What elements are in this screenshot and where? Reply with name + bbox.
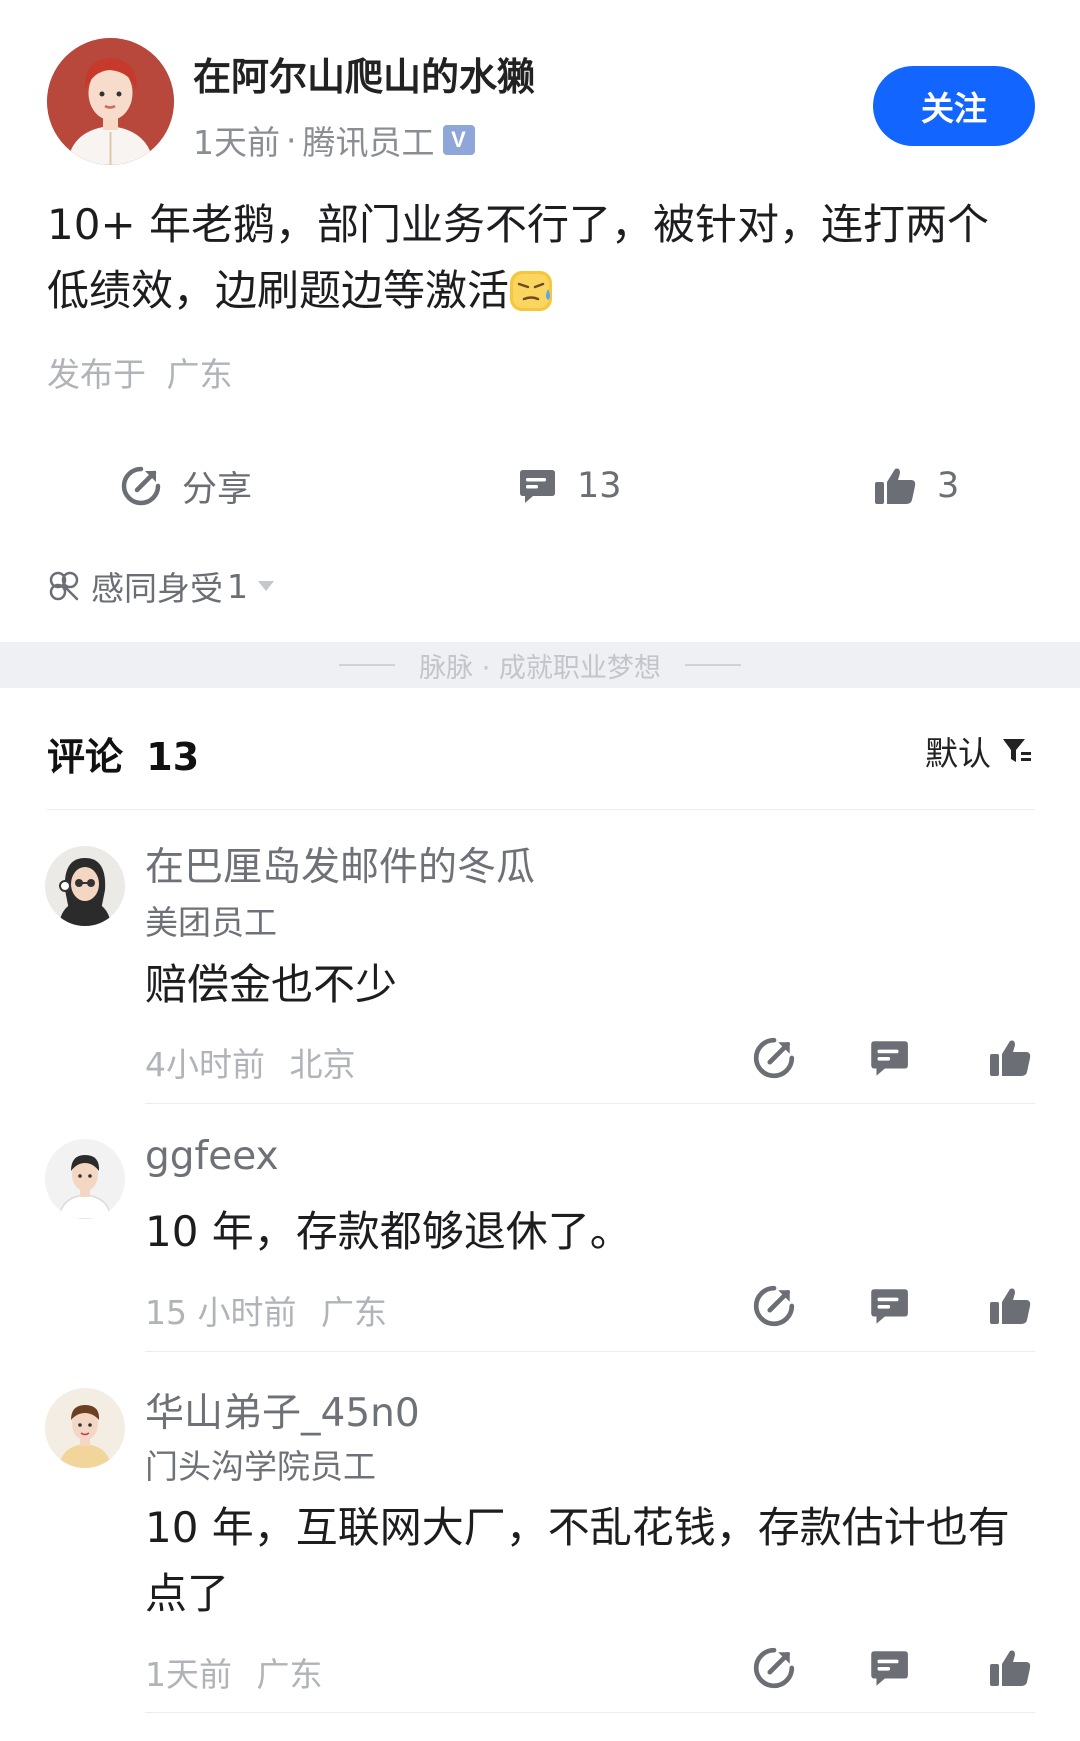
- comment-icon[interactable]: [866, 1036, 910, 1080]
- comment-time: 4小时前: [145, 1045, 265, 1084]
- brand-slogan: 脉脉 · 成就职业梦想: [419, 652, 661, 684]
- sort-label: 默认: [925, 734, 991, 773]
- like-count: 3: [937, 466, 960, 506]
- post-body: 10+ 年老鹅，部门业务不行了，被针对，连打两个低绩效，边刷题边等激活: [47, 192, 1017, 324]
- commenter-company: 美团员工: [145, 903, 277, 942]
- author-meta: 1天前 · 腾讯员工 V: [193, 116, 475, 164]
- post-time: 1天前: [193, 123, 280, 162]
- comment-text: 赔偿金也不少: [145, 960, 398, 1009]
- sweating-face-emoji-icon: [509, 266, 555, 311]
- comment-location: 广东: [256, 1655, 323, 1694]
- thumbs-up-icon: [875, 468, 916, 504]
- comment-time: 1天前: [145, 1655, 232, 1694]
- share-icon[interactable]: [752, 1284, 796, 1328]
- thumbs-up-icon[interactable]: [988, 1646, 1032, 1690]
- comments-title-label: 评论: [47, 735, 124, 779]
- comment-divider: [145, 1103, 1035, 1104]
- commenter-company: 门头沟学院员工: [145, 1447, 376, 1486]
- divider-line-right: [684, 664, 741, 666]
- reaction-label: 感同身受: [91, 569, 223, 608]
- comment-meta: 15 小时前 广东: [145, 1286, 387, 1334]
- comment-icon: [520, 470, 555, 503]
- post-location-value: 广东: [166, 355, 233, 394]
- commenter-avatar[interactable]: [45, 846, 125, 926]
- comment-divider: [145, 1712, 1035, 1713]
- comment-meta: 4小时前 北京: [145, 1038, 356, 1086]
- comment-text: 10 年，存款都够退休了。: [145, 1207, 632, 1256]
- comments-title: 评论 13: [47, 726, 199, 781]
- meta-separator: ·: [286, 120, 297, 160]
- comment-location: 广东: [320, 1293, 387, 1332]
- like-button[interactable]: 3: [873, 460, 959, 512]
- comment-count: 13: [577, 466, 622, 506]
- author-name[interactable]: 在阿尔山爬山的水獭: [193, 46, 535, 101]
- brand-divider: 脉脉 · 成就职业梦想: [0, 642, 1080, 688]
- comments-title-count: 13: [146, 735, 200, 779]
- reaction-summary[interactable]: 感同身受 1: [47, 563, 286, 609]
- commenter-avatar[interactable]: [45, 1139, 125, 1219]
- sort-dropdown[interactable]: 默认: [925, 728, 1033, 774]
- thumbs-up-icon[interactable]: [988, 1284, 1032, 1328]
- post-location: 发布于 广东: [47, 348, 233, 396]
- post-location-label: 发布于: [47, 355, 146, 394]
- comment-divider: [145, 1351, 1035, 1352]
- share-icon[interactable]: [752, 1036, 796, 1080]
- commenter-name[interactable]: 在巴厘岛发邮件的冬瓜: [145, 836, 535, 892]
- thumbs-up-icon[interactable]: [988, 1036, 1032, 1080]
- comment-text: 10 年，互联网大厂，不乱花钱，存款估计也有点了: [145, 1503, 1010, 1618]
- filter-icon: [1003, 739, 1031, 762]
- comment-meta: 1天前 广东: [145, 1648, 323, 1696]
- commenter-avatar[interactable]: [45, 1388, 125, 1468]
- reaction-count: 1: [227, 566, 248, 606]
- share-icon[interactable]: [752, 1646, 796, 1690]
- comment-button[interactable]: 13: [515, 460, 622, 512]
- author-company: 腾讯员工: [302, 123, 435, 162]
- comment-time: 15 小时前: [145, 1293, 297, 1332]
- author-avatar[interactable]: [47, 38, 174, 165]
- clover-icon: [49, 571, 79, 601]
- commenter-name[interactable]: 华山弟子_45n0: [145, 1382, 420, 1438]
- comment-icon[interactable]: [866, 1284, 910, 1328]
- commenter-name[interactable]: ggfeex: [145, 1134, 279, 1179]
- comments-header-divider: [47, 809, 1035, 810]
- triangle-down-icon: [258, 581, 274, 591]
- share-label: 分享: [182, 469, 253, 510]
- divider-line-left: [339, 664, 396, 666]
- comment-location: 北京: [289, 1045, 356, 1084]
- share-button[interactable]: 分享: [120, 460, 252, 512]
- post-author-row: 在阿尔山爬山的水獭 1天前 · 腾讯员工 V 关注: [47, 38, 1037, 170]
- verified-badge-icon: V: [442, 125, 475, 155]
- follow-button[interactable]: 关注: [873, 66, 1035, 146]
- comment-icon[interactable]: [866, 1646, 910, 1690]
- share-icon: [121, 466, 161, 506]
